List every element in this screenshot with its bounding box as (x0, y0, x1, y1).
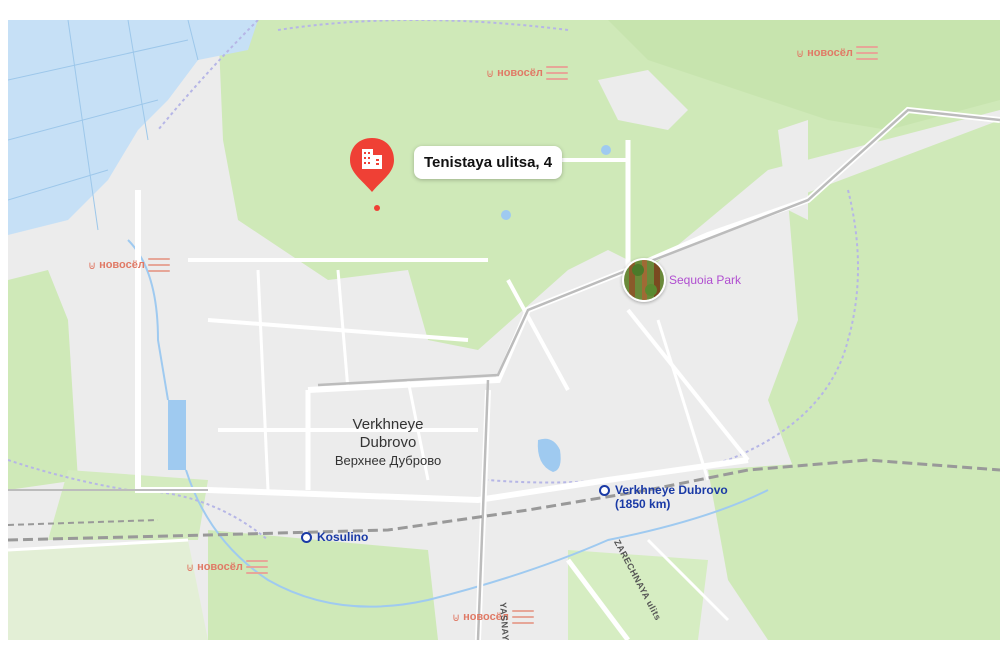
station-name-line1: Verkhneye Dubrovo (615, 483, 728, 497)
settlement-name-en-1: Verkhneye (352, 416, 424, 433)
logo-subtext (245, 560, 268, 574)
field-south (8, 540, 208, 640)
novosel-logo-icon: ⊍ (186, 561, 195, 574)
novosel-logo: ⊍ новосёл (796, 46, 878, 60)
novosel-logo-text: новосёл (497, 67, 543, 79)
logo-subtext (855, 46, 878, 60)
novosel-logo: ⊍ новосёл (486, 66, 568, 80)
pond-small (601, 145, 611, 155)
logo-subtext (545, 66, 568, 80)
novosel-logo-text: новосёл (807, 47, 853, 59)
park-label[interactable]: Sequoia Park (669, 273, 741, 287)
park-photo-icon[interactable] (622, 258, 666, 302)
field-southwest (48, 470, 208, 540)
address-callout[interactable]: Tenistaya ulitsa, 4 (414, 146, 563, 179)
forest-south-2 (568, 550, 708, 640)
pond-small-2 (501, 210, 511, 220)
station-kosulino[interactable]: Kosulino (301, 530, 368, 544)
settlement-name-en-2: Dubrovo (359, 434, 417, 451)
novosel-logo-icon: ⊍ (796, 47, 805, 60)
map-canvas[interactable]: ⊍ новосёл ⊍ новосёл ⊍ новосёл ⊍ новосёл … (8, 20, 1000, 640)
location-pin[interactable] (348, 136, 396, 216)
settlement-label: Verkhneye Dubrovo Верхнее Дуброво (308, 416, 468, 470)
logo-subtext (147, 258, 170, 272)
novosel-logo-text: новосёл (197, 561, 243, 573)
station-icon (301, 532, 312, 543)
pond-west (168, 400, 186, 470)
station-name: Kosulino (317, 530, 369, 544)
park-photo (624, 260, 664, 300)
novosel-logo-icon: ⊍ (486, 67, 495, 80)
station-verkhneye-dubrovo[interactable]: Verkhneye Dubrovo (1850 km) (599, 483, 728, 511)
forest-southeast (708, 450, 1000, 640)
novosel-logo: ⊍ новосёл (88, 258, 170, 272)
pin-marker (350, 138, 394, 211)
novosel-logo: ⊍ новосёл (186, 560, 268, 574)
station-icon (599, 485, 610, 496)
novosel-logo: ⊍ новосёл (452, 610, 534, 624)
address-text: Tenistaya ulitsa, 4 (424, 154, 553, 171)
settlement-name-ru: Верхнее Дуброво (334, 453, 442, 468)
station-name: Verkhneye Dubrovo (1850 km) (615, 483, 728, 511)
station-name-line2: (1850 km) (615, 497, 671, 511)
novosel-logo-icon: ⊍ (88, 259, 97, 272)
map-base-layer (8, 20, 1000, 640)
logo-subtext (511, 610, 534, 624)
novosel-logo-icon: ⊍ (452, 611, 461, 624)
novosel-logo-text: новосёл (99, 259, 145, 271)
